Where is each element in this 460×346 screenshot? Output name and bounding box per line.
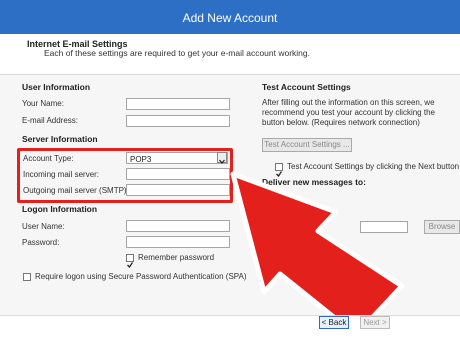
back-button[interactable]: < Back [319, 316, 349, 329]
next-button[interactable]: Next > [360, 316, 390, 329]
watermark-logo: wikiHow [392, 326, 440, 341]
red-arrow-icon [230, 171, 405, 338]
dialog-footer [0, 315, 460, 346]
